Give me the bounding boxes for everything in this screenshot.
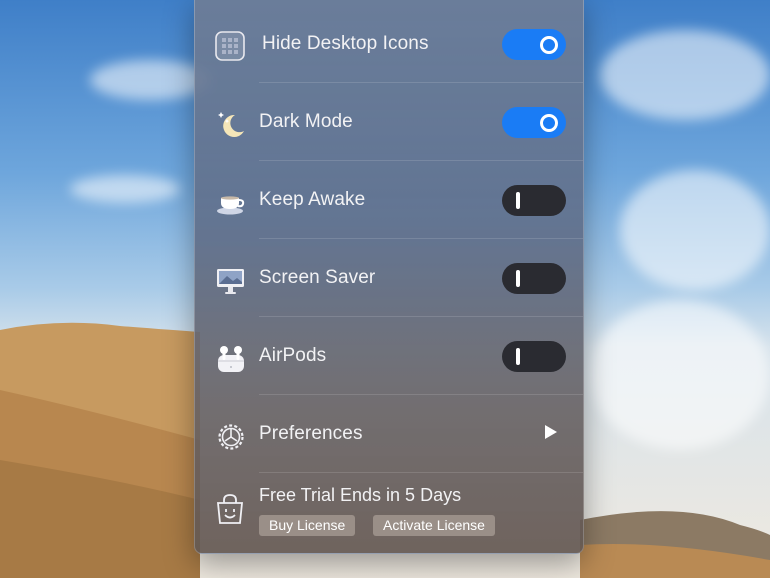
menu-item-dark-mode[interactable]: Dark Mode — [195, 83, 583, 161]
gear-icon — [215, 421, 247, 453]
menu-item-label: Screen Saver — [259, 267, 376, 288]
grid-icon — [215, 31, 247, 63]
moon-stars-icon — [215, 109, 247, 141]
menu-item-label: Keep Awake — [259, 189, 366, 210]
monitor-icon — [215, 265, 247, 297]
keep-awake-toggle[interactable] — [502, 185, 566, 216]
trial-section: Free Trial Ends in 5 Days Buy License Ac… — [195, 469, 583, 553]
trial-status-text: Free Trial Ends in 5 Days — [259, 485, 462, 505]
menu-item-keep-awake[interactable]: Keep Awake — [195, 161, 583, 239]
shopping-bag-icon — [215, 493, 247, 527]
hide-desktop-icons-toggle[interactable] — [502, 29, 566, 60]
screen-saver-toggle[interactable] — [502, 263, 566, 294]
menu-item-label: Dark Mode — [259, 111, 353, 132]
menu-item-hide-desktop-icons[interactable]: Hide Desktop Icons — [195, 5, 583, 83]
menu-panel: Hide Desktop Icons Dark Mode Keep Awake — [194, 0, 584, 554]
menu-item-airpods[interactable]: AirPods — [195, 317, 583, 395]
submenu-arrow-icon — [545, 425, 557, 439]
menu-item-label: Hide Desktop Icons — [262, 33, 429, 54]
buy-license-button[interactable]: Buy License — [259, 515, 356, 536]
airpods-icon — [215, 343, 247, 375]
activate-license-button[interactable]: Activate License — [373, 515, 495, 536]
menu-item-label: AirPods — [259, 345, 327, 366]
dark-mode-toggle[interactable] — [502, 107, 566, 138]
airpods-toggle[interactable] — [502, 341, 566, 372]
menu-item-screen-saver[interactable]: Screen Saver — [195, 239, 583, 317]
coffee-cup-icon — [215, 187, 247, 219]
menu-item-preferences[interactable]: Preferences — [195, 395, 583, 473]
menu-item-label: Preferences — [259, 423, 363, 444]
